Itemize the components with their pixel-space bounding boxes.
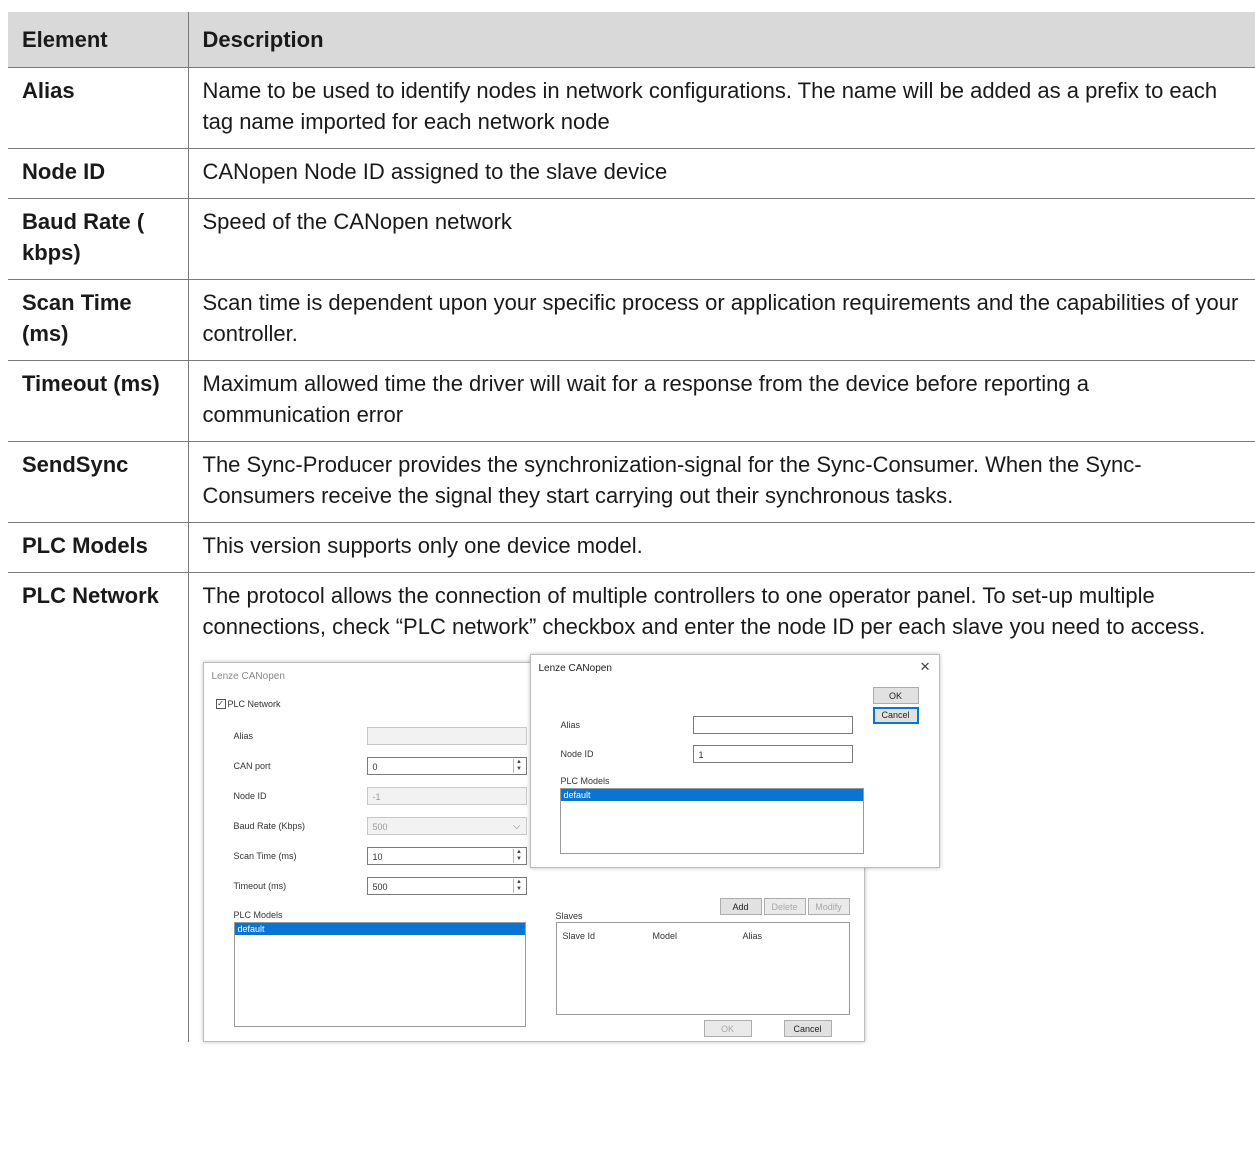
scan-time-value: 10 <box>372 852 383 862</box>
element-name: Node ID <box>8 148 189 199</box>
scan-time-label: Scan Time (ms) <box>233 851 297 861</box>
close-icon[interactable]: ✕ <box>920 660 931 673</box>
column-header-description: Description <box>188 12 1255 68</box>
timeout-label: Timeout (ms) <box>233 881 287 891</box>
plc-models-label: PLC Models <box>233 910 283 920</box>
can-port-label: CAN port <box>233 761 271 771</box>
table-row: Node ID CANopen Node ID assigned to the … <box>8 148 1255 199</box>
element-description: CANopen Node ID assigned to the slave de… <box>188 148 1255 199</box>
node-id-value: -1 <box>372 792 381 802</box>
ok-button[interactable]: OK <box>703 1020 752 1037</box>
node-dialog-alias-field[interactable] <box>692 716 853 734</box>
scan-time-field[interactable]: 10 ▲ ▼ <box>366 847 527 865</box>
slaves-label: Slaves <box>555 911 583 921</box>
can-port-field[interactable]: 0 ▲ ▼ <box>366 757 527 775</box>
table-row: Scan Time (ms) Scan time is dependent up… <box>8 279 1255 361</box>
column-model: Model <box>652 931 678 941</box>
element-description: Name to be used to identify nodes in net… <box>188 67 1255 149</box>
node-dialog-model-item-selected[interactable]: default <box>560 789 863 801</box>
column-header-element: Element <box>8 12 189 68</box>
baud-rate-label: Baud Rate (Kbps) <box>233 821 306 831</box>
node-dialog-plc-models-list[interactable]: default <box>559 788 864 854</box>
table-row: Baud Rate ( kbps) Speed of the CANopen n… <box>8 198 1255 280</box>
element-name: PLC Models <box>8 522 189 573</box>
element-name: Baud Rate ( kbps) <box>8 198 189 280</box>
node-dialog: Lenze CANopen ✕ OK Cancel Alias Node ID … <box>529 654 940 868</box>
timeout-value: 500 <box>372 882 388 892</box>
baud-rate-value: 500 <box>372 822 388 832</box>
element-description: This version supports only one device mo… <box>188 522 1255 573</box>
slaves-list[interactable]: Slave Id Model Alias <box>555 922 850 1015</box>
element-description: Maximum allowed time the driver will wai… <box>188 360 1255 442</box>
can-port-value: 0 <box>372 762 378 772</box>
plc-models-list[interactable]: default <box>233 922 526 1027</box>
alias-label: Alias <box>233 731 254 741</box>
element-name: Timeout (ms) <box>8 360 189 442</box>
node-dialog-node-id-value: 1 <box>698 750 704 760</box>
dialog-title: Lenze CANopen <box>211 671 285 682</box>
alias-field[interactable] <box>366 727 527 745</box>
element-description: Speed of the CANopen network <box>188 198 1255 280</box>
element-name: PLC Network <box>8 572 189 1042</box>
plc-network-label: PLC Network <box>227 699 281 709</box>
add-button[interactable]: Add <box>719 898 762 915</box>
node-dialog-alias-label: Alias <box>560 720 581 730</box>
element-description: The Sync-Producer provides the synchroni… <box>188 441 1255 523</box>
node-id-label: Node ID <box>233 791 267 801</box>
plc-model-item-selected[interactable]: default <box>234 923 525 935</box>
element-name: Alias <box>8 67 189 149</box>
node-dialog-node-id-label: Node ID <box>560 749 594 759</box>
column-slave-id: Slave Id <box>562 931 596 941</box>
element-name: SendSync <box>8 441 189 523</box>
plc-network-checkbox[interactable]: ✓ <box>215 699 226 709</box>
chevron-down-icon: ⌵ <box>512 821 521 832</box>
timeout-field[interactable]: 500 ▲ ▼ <box>366 877 527 895</box>
delete-button[interactable]: Delete <box>763 898 806 915</box>
element-description: Scan time is dependent upon your specifi… <box>188 279 1255 361</box>
modify-button[interactable]: Modify <box>807 898 850 915</box>
dialog-screenshot: Lenze CANopen ✓ PLC Network Alias CAN po… <box>202 654 948 1042</box>
timeout-spinner[interactable]: ▲ ▼ <box>512 879 525 893</box>
node-id-field[interactable]: -1 <box>366 787 527 805</box>
element-description-cell: The protocol allows the connection of mu… <box>188 573 1255 1042</box>
element-description: The protocol allows the connection of mu… <box>202 583 1206 639</box>
table-header: Element Description <box>8 12 1255 68</box>
node-dialog-node-id-field[interactable]: 1 <box>692 745 853 763</box>
node-dialog-plc-models-label: PLC Models <box>560 776 610 786</box>
table-row: PLC Models This version supports only on… <box>8 522 1255 573</box>
cancel-button[interactable]: Cancel <box>783 1020 832 1037</box>
node-dialog-title: Lenze CANopen <box>538 663 612 674</box>
node-dialog-cancel-button[interactable]: Cancel <box>872 707 919 724</box>
baud-rate-select[interactable]: 500 ⌵ <box>366 817 527 835</box>
table-row: Alias Name to be used to identify nodes … <box>8 67 1255 149</box>
column-alias: Alias <box>742 931 763 941</box>
table-row: Timeout (ms) Maximum allowed time the dr… <box>8 360 1255 442</box>
parameter-table: Element Description Alias Name to be use… <box>8 12 1255 1042</box>
scan-time-spinner[interactable]: ▲ ▼ <box>512 849 525 863</box>
element-name: Scan Time (ms) <box>8 279 189 361</box>
can-port-spinner[interactable]: ▲ ▼ <box>512 759 525 773</box>
node-dialog-ok-button[interactable]: OK <box>872 687 919 704</box>
table-row: SendSync The Sync-Producer provides the … <box>8 441 1255 523</box>
table-row: PLC Network The protocol allows the conn… <box>8 572 1255 1042</box>
